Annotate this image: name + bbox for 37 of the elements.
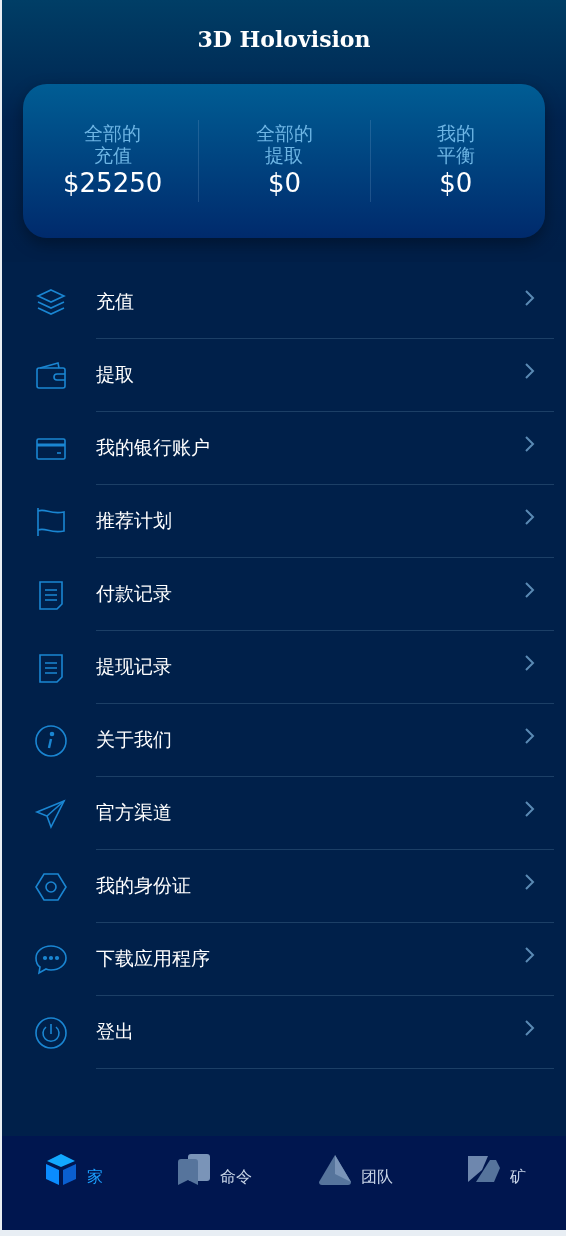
menu-item[interactable]: 付款记录 [96, 581, 172, 607]
tab[interactable]: 团队 [284, 1152, 425, 1188]
stat-value: $0 [267, 167, 302, 200]
tab[interactable]: 命令 [143, 1152, 284, 1188]
menu-item[interactable]: 关于我们 [96, 727, 172, 753]
menu-item[interactable]: 登出 [96, 1019, 134, 1045]
menu-item[interactable]: 我的银行账户 [96, 435, 210, 461]
stat-value: $25250 [63, 167, 163, 200]
info-icon [34, 723, 68, 758]
chevron-right-icon [524, 289, 536, 307]
chevron-right-icon [524, 362, 536, 380]
menu-item[interactable]: 提取 [96, 362, 134, 388]
menu-item[interactable]: 提现记录 [96, 654, 172, 680]
app-title: 3D Holovision [197, 26, 371, 52]
chevron-right-icon [524, 800, 536, 818]
tab[interactable]: 家 [2, 1152, 143, 1188]
chevron-right-icon [524, 1019, 536, 1037]
chevron-right-icon [524, 435, 536, 453]
power-icon [34, 1015, 68, 1050]
menu-item[interactable]: 推荐计划 [96, 508, 172, 534]
menu-item[interactable]: 官方渠道 [96, 800, 172, 826]
stat-label: 全部的 提取 [256, 122, 313, 166]
chevron-right-icon [524, 654, 536, 672]
chevron-right-icon [524, 946, 536, 964]
chevron-right-icon [524, 873, 536, 891]
menu-item[interactable]: 充值 [96, 289, 134, 315]
menu-item[interactable]: 我的身份证 [96, 873, 191, 899]
stat-label: 我的 平衡 [436, 122, 475, 166]
stat-label: 全部的 充值 [84, 122, 142, 166]
chat-icon [34, 942, 68, 977]
chevron-right-icon [524, 727, 536, 745]
chevron-right-icon [524, 581, 536, 599]
tab[interactable]: 矿 [425, 1152, 566, 1188]
menu-item[interactable]: 下载应用程序 [96, 946, 210, 972]
stat-value: $0 [439, 167, 473, 200]
chevron-right-icon [524, 508, 536, 526]
bookmarks-icon [175, 1152, 212, 1188]
